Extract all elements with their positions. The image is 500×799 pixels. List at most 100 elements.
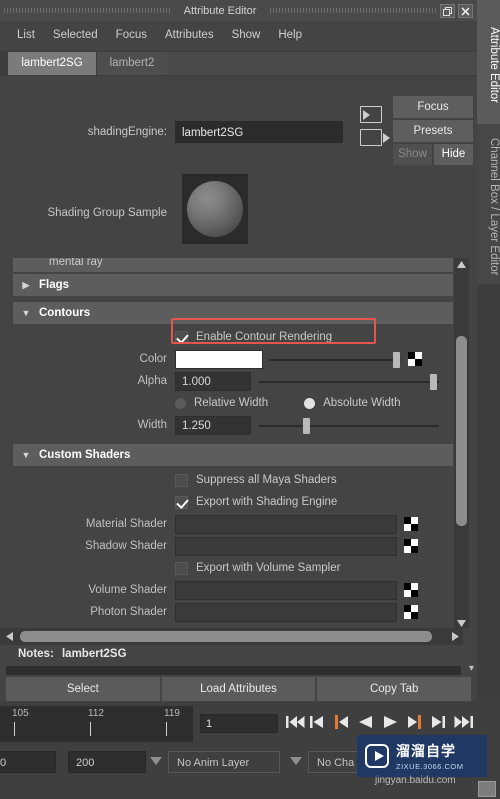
notes-textarea[interactable] <box>6 666 461 675</box>
photon-shader-map-button[interactable] <box>404 605 418 619</box>
export-with-shading-engine-checkbox[interactable] <box>175 495 188 509</box>
shading-group-sample-swatch[interactable] <box>182 174 248 244</box>
material-shader-map-button[interactable] <box>404 517 418 531</box>
section-title-contours: Contours <box>39 307 91 319</box>
step-forward-frame-icon[interactable] <box>406 714 425 732</box>
status-indicator-box[interactable] <box>478 781 496 797</box>
absolute-width-radio[interactable] <box>304 397 316 409</box>
node-header-area: shadingEngine: lambert2SG Focus Presets … <box>0 76 477 262</box>
time-slider-ruler[interactable]: 105 112 119 <box>0 706 193 742</box>
photon-shader-input[interactable] <box>175 602 397 622</box>
dock-tab-attribute-editor[interactable]: Attribute Editor <box>477 0 500 124</box>
menu-focus[interactable]: Focus <box>107 26 156 44</box>
step-back-keyframe-icon[interactable] <box>310 714 329 732</box>
titlebar-grip-right <box>266 0 440 21</box>
volume-shader-input[interactable] <box>175 580 397 600</box>
anim-layer-dropdown-icon[interactable] <box>150 757 162 765</box>
hide-button[interactable]: Hide <box>434 144 473 165</box>
menu-help[interactable]: Help <box>269 26 311 44</box>
menu-list[interactable]: List <box>8 26 44 44</box>
material-shader-row: Material Shader <box>13 513 453 535</box>
menu-selected[interactable]: Selected <box>44 26 107 44</box>
shading-engine-label: shadingEngine: <box>87 126 167 138</box>
tab-lambert2SG[interactable]: lambert2SG <box>8 52 96 75</box>
focus-button[interactable]: Focus <box>393 96 473 118</box>
section-mental-ray-clipped[interactable]: mental ray <box>13 258 453 272</box>
contour-alpha-slider[interactable] <box>259 372 439 391</box>
chevron-down-icon: ▼ <box>21 308 31 318</box>
chevron-down-icon-2: ▼ <box>21 450 31 460</box>
range-end-input[interactable]: 200 <box>68 751 146 773</box>
notes-value: lambert2SG <box>61 648 127 660</box>
contour-width-row: Width 1.250 <box>13 414 453 436</box>
contour-color-map-button[interactable] <box>408 352 422 366</box>
tab-lambert2[interactable]: lambert2 <box>97 52 167 75</box>
contour-alpha-slider-thumb[interactable] <box>430 373 437 390</box>
scroll-up-icon[interactable] <box>454 258 469 271</box>
show-hide-group: Show Hide <box>393 144 473 165</box>
section-header-flags[interactable]: ▶ Flags <box>13 274 453 296</box>
time-tick-mark-119 <box>166 722 167 736</box>
attribute-vertical-scrollbar[interactable] <box>454 258 469 630</box>
go-to-end-icon[interactable] <box>454 714 473 732</box>
contour-width-slider[interactable] <box>259 416 439 435</box>
section-title-flags: Flags <box>39 279 70 291</box>
export-shading-engine-row: Export with Shading Engine <box>13 491 453 513</box>
time-tick-label-119: 119 <box>164 708 180 719</box>
attribute-scroll-area: mental ray ▶ Flags ▼ Contours Enable Con… <box>0 258 477 630</box>
scroll-left-icon[interactable] <box>1 628 17 645</box>
contour-color-slider[interactable] <box>269 350 401 369</box>
menu-show[interactable]: Show <box>223 26 270 44</box>
play-backwards-icon[interactable] <box>358 714 377 732</box>
enable-contour-rendering-label: Enable Contour Rendering <box>196 331 333 343</box>
time-tick-mark-105 <box>14 722 15 736</box>
select-button[interactable]: Select <box>6 677 160 701</box>
shadow-shader-input[interactable] <box>175 536 397 556</box>
playback-controls <box>286 714 473 732</box>
presets-button[interactable]: Presets <box>393 120 473 142</box>
step-forward-keyframe-icon[interactable] <box>430 714 449 732</box>
contour-color-slider-thumb[interactable] <box>393 351 400 368</box>
contour-width-slider-thumb[interactable] <box>303 417 310 434</box>
suppress-all-maya-shaders-checkbox[interactable] <box>175 473 188 487</box>
shading-engine-input[interactable]: lambert2SG <box>175 121 343 143</box>
contour-color-label: Color <box>139 353 167 365</box>
range-start-input[interactable]: 0 <box>0 751 56 773</box>
scrollbar-corner <box>463 628 477 645</box>
volume-shader-map-button[interactable] <box>404 583 418 597</box>
contour-color-swatch[interactable] <box>175 349 263 369</box>
current-frame-input[interactable]: 1 <box>200 714 278 733</box>
play-forwards-icon[interactable] <box>382 714 401 732</box>
relative-width-radio[interactable] <box>175 397 186 409</box>
output-connection-icon[interactable] <box>360 129 390 146</box>
dock-tab-channel-box[interactable]: Channel Box / Layer Editor <box>477 124 500 284</box>
vertical-scrollbar-thumb[interactable] <box>456 336 467 526</box>
contour-alpha-label: Alpha <box>137 375 167 387</box>
section-header-custom-shaders[interactable]: ▼ Custom Shaders <box>13 444 453 466</box>
scroll-right-icon[interactable] <box>447 628 463 645</box>
restore-icon[interactable] <box>440 3 456 18</box>
shadow-shader-map-button[interactable] <box>404 539 418 553</box>
go-to-start-icon[interactable] <box>286 714 305 732</box>
anim-layer-select[interactable]: No Anim Layer <box>168 751 280 773</box>
contour-alpha-input[interactable]: 1.000 <box>175 371 251 391</box>
input-connection-icon[interactable] <box>360 106 382 123</box>
show-button[interactable]: Show <box>393 144 432 165</box>
export-with-volume-sampler-checkbox[interactable] <box>175 561 188 575</box>
menu-attributes[interactable]: Attributes <box>156 26 223 44</box>
notes-collapse-icon[interactable]: ▾ <box>469 663 474 674</box>
section-header-contours[interactable]: ▼ Contours <box>13 302 453 324</box>
enable-contour-rendering-checkbox[interactable] <box>175 330 188 344</box>
attribute-horizontal-scrollbar[interactable] <box>0 628 477 645</box>
contour-width-input[interactable]: 1.250 <box>175 415 251 435</box>
shading-group-sample-label: Shading Group Sample <box>47 207 167 219</box>
right-dock-tabs: Attribute Editor Channel Box / Layer Edi… <box>477 0 500 702</box>
load-attributes-button[interactable]: Load Attributes <box>161 677 316 701</box>
character-set-dropdown-icon[interactable] <box>290 757 302 765</box>
copy-tab-button[interactable]: Copy Tab <box>317 677 472 701</box>
close-icon[interactable] <box>458 3 474 18</box>
horizontal-scrollbar-thumb[interactable] <box>20 631 432 642</box>
step-back-frame-icon[interactable] <box>334 714 353 732</box>
material-shader-input[interactable] <box>175 514 397 534</box>
contour-alpha-row: Alpha 1.000 <box>13 370 453 392</box>
